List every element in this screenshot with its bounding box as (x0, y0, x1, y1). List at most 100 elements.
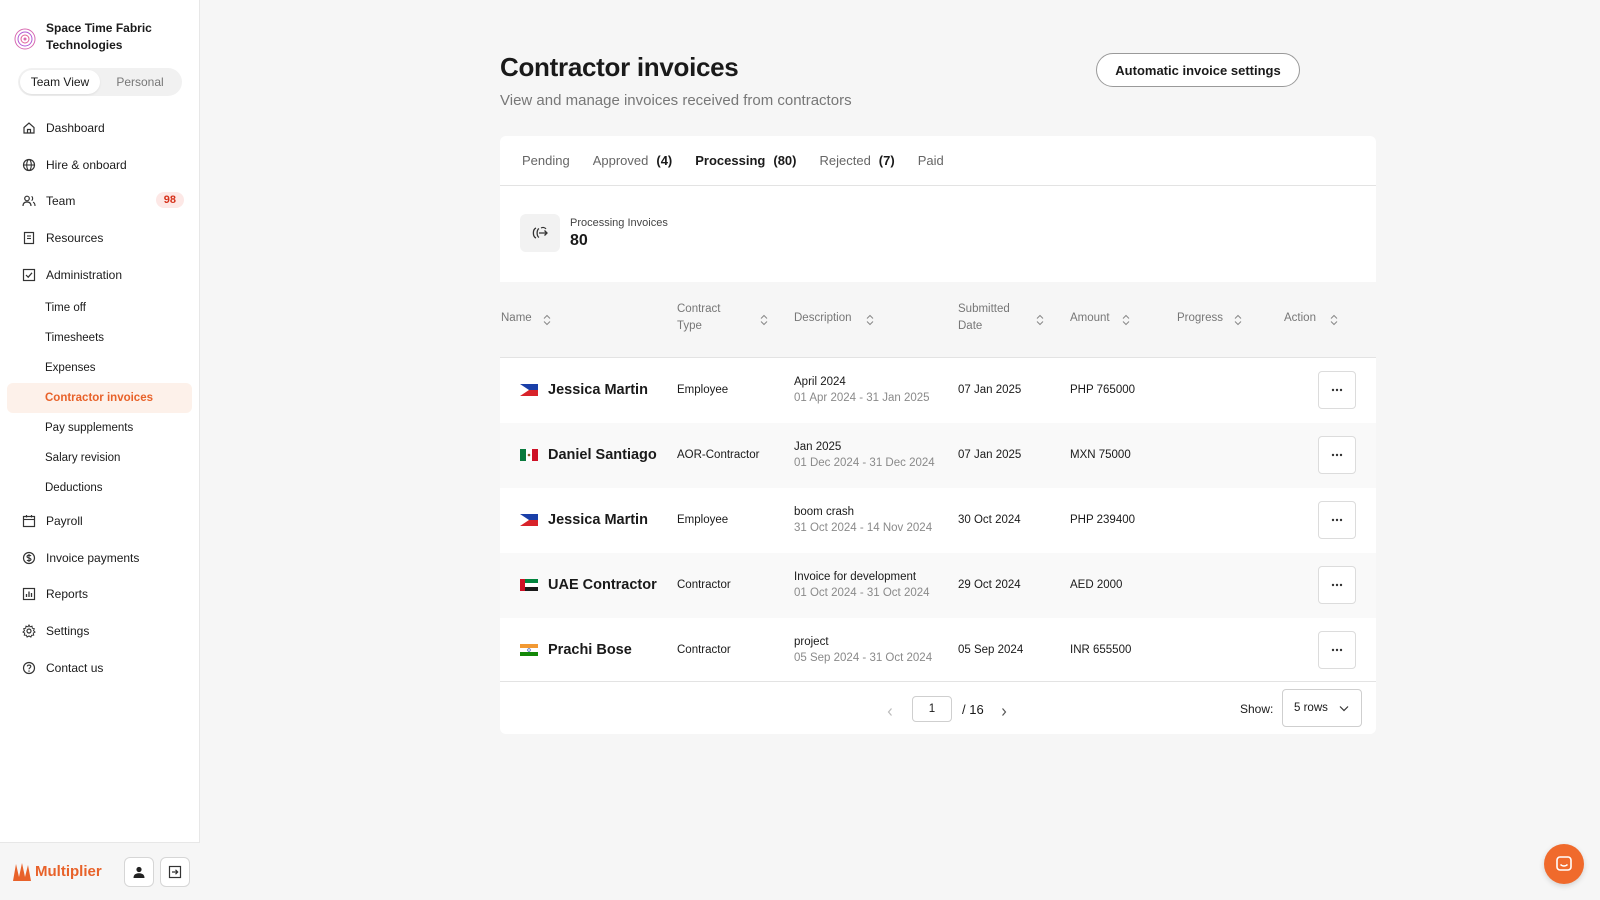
philippines-flag-icon (520, 384, 538, 396)
multiplier-logo: Multiplier (12, 861, 118, 883)
status-tabs: Pending Approved (4) Processing (80) Rejec… (500, 136, 1376, 186)
profile-button[interactable] (124, 856, 154, 887)
sort-icon[interactable] (1122, 313, 1130, 326)
contract-type: Contractor (677, 579, 731, 591)
calendar-icon (22, 514, 36, 528)
page-title: Contractor invoices (500, 52, 739, 82)
more-horizontal-icon (1331, 388, 1343, 392)
description: April 2024 01 Apr 2024 - 31 Jan 2025 (794, 376, 930, 404)
chevron-down-icon (1339, 706, 1349, 712)
page-total: / 16 (962, 702, 984, 717)
automatic-invoice-settings-button[interactable]: Automatic invoice settings (1096, 53, 1300, 87)
tab-approved[interactable]: Approved (4) (593, 153, 673, 168)
sidebar-subitem-time-off[interactable]: Time off (7, 293, 192, 323)
sidebar-item-label: Dashboard (46, 121, 105, 136)
row-actions-button[interactable] (1318, 566, 1356, 604)
mexico-flag-icon (520, 449, 538, 461)
prev-page-button[interactable] (886, 704, 894, 716)
tab-processing[interactable]: Processing (80) (695, 153, 796, 168)
summary-label: Processing Invoices (570, 216, 668, 229)
pagination: 1 / 16 Show: 5 rows (500, 681, 1376, 734)
org-switcher[interactable]: Space Time Fabric Technologies (14, 20, 176, 54)
sidebar-item-hire[interactable]: Hire & onboard (0, 147, 200, 184)
sidebar-item-label: Invoice payments (46, 550, 140, 565)
sort-icon[interactable] (543, 313, 551, 326)
page-subtitle: View and manage invoices received from c… (500, 92, 852, 109)
sidebar-nav: Dashboard Hire & onboard Team 98 Resourc… (0, 110, 200, 686)
tab-pending[interactable]: Pending (522, 153, 570, 168)
table-row[interactable]: Prachi Bose Contractor project 05 Sep 20… (500, 618, 1376, 683)
show-label: Show: (1240, 702, 1274, 716)
help-circle-icon (22, 661, 36, 675)
sidebar-item-reports[interactable]: Reports (0, 576, 200, 613)
table-row[interactable]: UAE Contractor Contractor Invoice for de… (500, 553, 1376, 618)
next-page-button[interactable] (1000, 704, 1008, 716)
chevron-right-icon (1002, 708, 1007, 716)
team-count-badge: 98 (155, 192, 184, 209)
gear-icon (22, 624, 36, 638)
sidebar-item-administration[interactable]: Administration (0, 256, 200, 293)
sidebar-subitem-contractor-invoices[interactable]: Contractor invoices (7, 382, 192, 413)
row-actions-button[interactable] (1318, 501, 1356, 539)
col-description[interactable]: Description (794, 310, 852, 327)
sort-icon[interactable] (866, 313, 874, 326)
contract-type: AOR-Contractor (677, 449, 760, 461)
processing-summary: Processing Invoices 80 (520, 214, 668, 252)
chat-support-button[interactable] (1544, 844, 1584, 884)
amount: PHP 239400 (1070, 514, 1136, 526)
sidebar-item-contact[interactable]: Contact us (0, 649, 200, 686)
user-icon (133, 866, 145, 878)
tab-paid[interactable]: Paid (918, 153, 944, 168)
sort-icon[interactable] (1330, 313, 1338, 326)
sidebar-item-resources[interactable]: Resources (0, 220, 200, 257)
submitted-date: 07 Jan 2025 (958, 449, 1022, 461)
table-row[interactable]: Jessica Martin Employee April 2024 01 Ap… (500, 358, 1376, 423)
col-name[interactable]: Name (501, 310, 532, 327)
users-icon (22, 194, 36, 208)
contract-type: Employee (677, 384, 729, 396)
rows-per-page-select[interactable]: 5 rows (1282, 689, 1362, 727)
sort-icon[interactable] (1036, 313, 1044, 326)
col-progress[interactable]: Progress (1177, 310, 1223, 327)
logout-button[interactable] (160, 856, 190, 887)
col-submitted-date[interactable]: Submitted Date (958, 301, 1010, 335)
more-horizontal-icon (1331, 583, 1343, 587)
col-action[interactable]: Action (1284, 310, 1316, 327)
sidebar-subitem-salary-revision[interactable]: Salary revision (7, 443, 192, 473)
sidebar-subitem-pay-supplements[interactable]: Pay supplements (7, 413, 192, 443)
sidebar-item-settings[interactable]: Settings (0, 613, 200, 650)
row-actions-button[interactable] (1318, 371, 1356, 409)
personal-view-option[interactable]: Personal (100, 70, 180, 94)
book-icon (22, 231, 36, 245)
sidebar-item-label: Contact us (46, 660, 104, 675)
row-actions-button[interactable] (1318, 631, 1356, 669)
page-number-input[interactable]: 1 (912, 696, 952, 722)
sidebar-subitem-timesheets[interactable]: Timesheets (7, 323, 192, 353)
globe-icon (22, 158, 36, 172)
sidebar-footer: Multiplier (0, 842, 200, 900)
tab-rejected[interactable]: Rejected (7) (819, 153, 894, 168)
sidebar-item-invoice-payments[interactable]: Invoice payments (0, 540, 200, 577)
sort-icon[interactable] (1234, 313, 1242, 326)
report-chart-icon (22, 587, 36, 601)
col-amount[interactable]: Amount (1070, 310, 1110, 327)
contractor-name: Jessica Martin (520, 512, 648, 528)
table-row[interactable]: Daniel Santiago AOR-Contractor Jan 2025 … (500, 423, 1376, 488)
sidebar-item-payroll[interactable]: Payroll (0, 503, 200, 540)
col-contract-type[interactable]: Contract Type (677, 301, 720, 335)
sidebar-item-label: Payroll (46, 514, 83, 529)
submitted-date: 29 Oct 2024 (958, 579, 1021, 591)
amount: PHP 765000 (1070, 384, 1136, 396)
sidebar-item-team[interactable]: Team 98 (0, 183, 200, 220)
sidebar-item-dashboard[interactable]: Dashboard (0, 110, 200, 147)
view-toggle: Team View Personal (18, 68, 182, 96)
row-actions-button[interactable] (1318, 436, 1356, 474)
team-view-option[interactable]: Team View (20, 70, 100, 94)
description: Jan 2025 01 Dec 2024 - 31 Dec 2024 (794, 441, 935, 469)
sidebar-item-label: Settings (46, 624, 90, 639)
sidebar-subitem-expenses[interactable]: Expenses (7, 353, 192, 383)
table-row[interactable]: Jessica Martin Employee boom crash 31 Oc… (500, 488, 1376, 553)
sort-icon[interactable] (760, 313, 768, 326)
uae-flag-icon (520, 579, 538, 591)
sidebar-subitem-deductions[interactable]: Deductions (7, 473, 192, 503)
